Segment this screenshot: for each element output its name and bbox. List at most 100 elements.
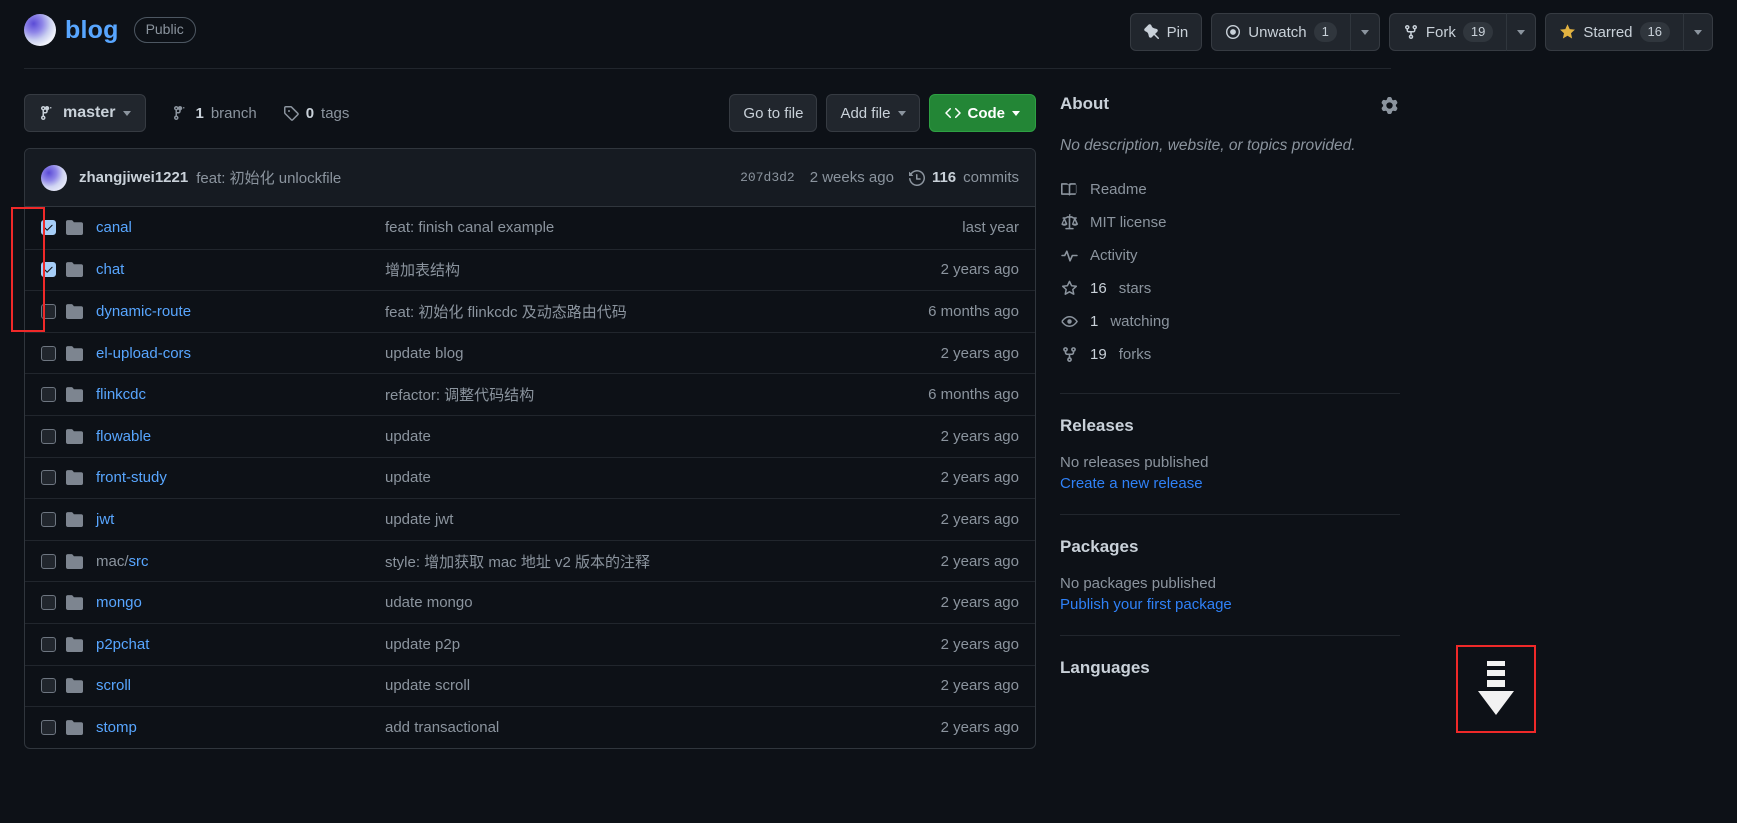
file-name-link[interactable]: chat [96,261,385,278]
file-select-checkbox[interactable] [41,345,56,361]
branch-count-label: branch [210,104,257,122]
folder-icon [66,511,83,528]
table-row[interactable]: flinkcdc refactor: 调整代码结构 6 months ago [25,373,1035,415]
table-row[interactable]: mac/src style: 增加获取 mac 地址 v2 版本的注释 2 year… [25,539,1035,582]
tags-link[interactable]: 0 tags [283,105,349,122]
table-row[interactable]: canal feat: finish canal example last year [25,207,1035,249]
table-row[interactable]: jwt update jwt 2 years ago [25,498,1035,540]
file-commit-message[interactable]: update jwt [385,511,941,528]
pin-icon [1143,24,1160,40]
file-commit-message[interactable]: refactor: 调整代码结构 [385,384,928,405]
file-commit-message[interactable]: 增加表结构 [385,259,941,280]
publish-package-link[interactable]: Publish your first package [1060,596,1400,613]
repo-title: blog Public [24,14,196,46]
table-row[interactable]: flowable update 2 years ago [25,414,1035,457]
table-row[interactable]: front-study update 2 years ago [25,456,1035,499]
branch-icon [172,105,188,121]
watch-count: 1 [1313,21,1337,43]
file-select-checkbox[interactable] [41,428,56,444]
about-item-readme[interactable]: Readme [1060,173,1400,206]
tag-icon [283,105,299,121]
file-select-checkbox[interactable] [41,262,56,278]
repo-name-link[interactable]: blog [65,16,119,45]
commit-author-name[interactable]: zhangjiwei1221 [79,169,188,186]
file-name-link[interactable]: el-upload-cors [96,345,385,362]
about-item-label: 1 [1090,313,1099,330]
table-row[interactable]: el-upload-cors update blog 2 years ago [25,331,1035,374]
file-commit-message[interactable]: update p2p [385,636,941,653]
about-item-19[interactable]: 19 forks [1060,338,1400,371]
unwatch-button[interactable]: Unwatch 1 [1211,13,1351,51]
file-commit-message[interactable]: update blog [385,345,941,362]
about-items: Readme MIT license Activity 16 stars 1 watchin… [1060,173,1400,371]
file-name-link[interactable]: dynamic-route [96,303,385,320]
branches-link[interactable]: 1 branch [172,104,257,122]
file-name-link[interactable]: flowable [96,428,385,445]
code-button[interactable]: Code [928,94,1036,132]
watch-dropdown-button[interactable] [1350,13,1380,51]
starred-button[interactable]: Starred 16 [1545,13,1684,51]
file-select-checkbox[interactable] [41,553,56,569]
create-release-link[interactable]: Create a new release [1060,475,1400,492]
file-commit-message[interactable]: update scroll [385,677,941,694]
add-file-button[interactable]: Add file [826,94,920,132]
fork-button[interactable]: Fork 19 [1388,13,1508,51]
file-name-link[interactable]: mongo [96,594,385,611]
branch-selector[interactable]: master [24,94,147,132]
file-select-checkbox[interactable] [41,678,56,694]
file-commit-message[interactable]: add transactional [385,719,941,736]
file-select-checkbox[interactable] [41,595,56,611]
chevron-down-icon [1694,29,1702,35]
table-row[interactable]: mongo udate mongo 2 years ago [25,581,1035,623]
commit-message[interactable]: feat: 初始化 unlockfile [196,167,341,188]
file-select-checkbox[interactable] [41,220,56,236]
about-item-mit-license[interactable]: MIT license [1060,206,1400,239]
file-commit-message[interactable]: feat: finish canal example [385,219,962,236]
file-name-link[interactable]: canal [96,219,385,236]
file-commit-message[interactable]: style: 增加获取 mac 地址 v2 版本的注释 [385,551,941,572]
file-name-link[interactable]: stomp [96,719,385,736]
file-name-link[interactable]: scroll [96,677,385,694]
file-select-checkbox[interactable] [41,303,56,319]
about-item-1[interactable]: 1 watching [1060,305,1400,338]
chevron-down-icon [123,110,132,116]
file-commit-message[interactable]: update [385,428,941,445]
folder-icon [66,719,83,736]
commit-sha[interactable]: 207d3d2 [740,170,795,185]
file-commit-time: 2 years ago [940,469,1019,487]
table-row[interactable]: chat 增加表结构 2 years ago [25,248,1035,291]
file-name-link[interactable]: p2pchat [96,636,385,653]
file-name-link[interactable]: mac/src [96,553,385,570]
go-to-file-button[interactable]: Go to file [729,94,818,132]
file-select-checkbox[interactable] [41,387,56,403]
file-select-checkbox[interactable] [41,636,56,652]
file-commit-time: 2 years ago [940,344,1019,362]
file-select-checkbox[interactable] [41,511,56,527]
file-select-checkbox[interactable] [41,470,56,486]
table-row[interactable]: scroll update scroll 2 years ago [25,664,1035,707]
file-name-link[interactable]: jwt [96,511,385,528]
fork-dropdown-button[interactable] [1507,13,1537,51]
about-item-16[interactable]: 16 stars [1060,272,1400,305]
file-commit-message[interactable]: feat: 初始化 flinkcdc 及动态路由代码 [385,301,928,322]
gear-icon[interactable] [1381,97,1398,114]
about-item-label: Readme [1090,181,1147,198]
file-name-link[interactable]: flinkcdc [96,386,385,403]
commits-count-link[interactable]: 116 commits [908,169,1019,186]
divider [1060,635,1400,636]
about-item-activity[interactable]: Activity [1060,239,1400,272]
file-commit-message[interactable]: update [385,469,941,486]
about-item-label: Activity [1090,247,1138,264]
file-select-checkbox[interactable] [41,719,56,735]
table-row[interactable]: stomp add transactional 2 years ago [25,706,1035,748]
pin-label: Pin [1166,23,1189,41]
book-icon [1060,181,1078,198]
star-dropdown-button[interactable] [1684,13,1713,51]
table-row[interactable]: p2pchat update p2p 2 years ago [25,622,1035,665]
file-name-link[interactable]: front-study [96,469,385,486]
pin-button[interactable]: Pin [1129,13,1203,51]
file-commit-message[interactable]: udate mongo [385,594,941,611]
packages-empty-text: No packages published [1060,575,1216,592]
table-row[interactable]: dynamic-route feat: 初始化 flinkcdc 及动态路由代码 6… [25,290,1035,332]
about-item-label: 16 [1090,280,1107,297]
